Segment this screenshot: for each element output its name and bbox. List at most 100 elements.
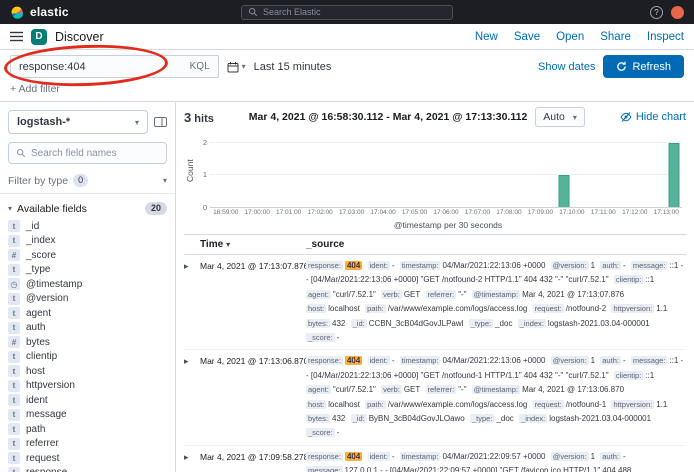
field-item-httpversion[interactable]: thttpversion (8, 379, 167, 394)
query-language-button[interactable]: KQL (190, 61, 210, 72)
field-item-ident[interactable]: tident (8, 393, 167, 408)
x-tick-label: 17:13:00 (654, 209, 679, 216)
x-tick-label: 17:03:00 (339, 209, 364, 216)
source-field-name: response: (306, 356, 343, 365)
source-field-name: bytes: (306, 319, 330, 328)
appbar-actions: New Save Open Share Inspect (475, 31, 684, 43)
action-open[interactable]: Open (556, 31, 584, 43)
field-name-label: host (26, 366, 45, 377)
field-item-_type[interactable]: t_type (8, 263, 167, 278)
x-tick-label: 17:09:00 (528, 209, 553, 216)
source-field-value: /var/www/example.com/logs/access.log (388, 400, 528, 409)
field-name-label: response (26, 467, 67, 472)
source-field-name: _score: (306, 333, 335, 342)
source-field-value: _doc (496, 414, 513, 423)
source-field-name: timestamp: (400, 356, 441, 365)
field-item-request[interactable]: trequest (8, 451, 167, 466)
source-field-value: /notfound-1 (566, 400, 606, 409)
action-inspect[interactable]: Inspect (647, 31, 684, 43)
global-search-input[interactable]: Search Elastic (241, 5, 453, 20)
column-header-source[interactable]: _source (306, 239, 344, 250)
source-field-value: - (392, 261, 395, 270)
user-avatar[interactable] (671, 6, 684, 19)
source-field-name: _index: (518, 319, 546, 328)
source-field-name: message: (631, 261, 668, 270)
discover-main: 3 hits Mar 4, 2021 @ 16:58:30.112 - Mar … (176, 102, 694, 472)
column-header-time[interactable]: Time ▾ (200, 239, 300, 250)
help-icon[interactable]: ? (650, 6, 663, 19)
source-field-name: response: (306, 452, 343, 461)
filter-by-type-button[interactable]: Filter by type 0 ▾ (8, 172, 167, 193)
source-field-name: ident: (368, 452, 390, 461)
elastic-brand[interactable]: elastic (10, 5, 150, 20)
source-field-name: path: (365, 304, 386, 313)
field-item-bytes[interactable]: #bytes (8, 335, 167, 350)
x-tick-label: 17:12:00 (622, 209, 647, 216)
expand-doc-icon[interactable]: ▸ (184, 354, 194, 368)
source-field-name: response: (306, 261, 343, 270)
field-type-icon: t (8, 235, 20, 247)
field-type-icon: t (8, 438, 20, 450)
space-avatar[interactable]: D (31, 29, 47, 45)
histogram-bar[interactable] (559, 175, 570, 207)
expand-doc-icon[interactable]: ▸ (184, 259, 194, 273)
field-search-placeholder: Search field names (31, 148, 117, 159)
time-range-button[interactable]: Last 15 minutes (254, 61, 332, 73)
available-fields-header[interactable]: ▾ Available fields 20 (8, 194, 167, 219)
histogram-bar[interactable] (669, 143, 680, 207)
query-bar: response:404 KQL ▾ Last 15 minutes Show … (0, 50, 694, 81)
field-item-auth[interactable]: tauth (8, 321, 167, 336)
show-dates-button[interactable]: Show dates (538, 61, 595, 73)
field-item-path[interactable]: tpath (8, 422, 167, 437)
field-item-clientip[interactable]: tclientip (8, 350, 167, 365)
source-field-name: _id: (351, 414, 367, 423)
refresh-button[interactable]: Refresh (603, 55, 684, 78)
field-type-icon: t (8, 452, 20, 464)
source-field-name: agent: (306, 385, 331, 394)
interval-select[interactable]: Auto ▾ (535, 107, 585, 127)
source-field-value: "curl/7.52.1" (333, 290, 376, 299)
y-axis-label: Count (184, 134, 196, 208)
x-tick-label: 17:10:00 (559, 209, 584, 216)
field-item-host[interactable]: thost (8, 364, 167, 379)
field-item-referrer[interactable]: t referrer (8, 437, 167, 452)
action-share[interactable]: Share (600, 31, 631, 43)
action-save[interactable]: Save (514, 31, 540, 43)
x-tick-label: 17:06:00 (433, 209, 458, 216)
field-item-_id[interactable]: t_id (8, 219, 167, 234)
field-item-response[interactable]: tresponse (8, 466, 167, 472)
hide-chart-label: Hide chart (636, 111, 686, 123)
collapse-sidebar-icon[interactable] (154, 116, 167, 128)
source-field-value: - (337, 428, 340, 437)
date-picker-button[interactable]: ▾ (227, 61, 246, 73)
menu-icon[interactable] (10, 31, 23, 42)
index-pattern-select[interactable]: logstash-* ▾ (8, 110, 148, 134)
source-field-name: message: (631, 356, 668, 365)
field-search-input[interactable]: Search field names (8, 142, 167, 164)
field-item-_index[interactable]: t_index (8, 234, 167, 249)
expand-doc-icon[interactable]: ▸ (184, 450, 194, 464)
field-name-label: referrer (26, 438, 59, 449)
field-type-icon: t (8, 307, 20, 319)
field-item-@version[interactable]: t@version (8, 292, 167, 307)
x-tick-label: 16:59:00 (213, 209, 238, 216)
add-filter-button[interactable]: + Add filter (10, 83, 60, 95)
table-header: Time ▾ _source (184, 234, 686, 255)
sort-descending-icon: ▾ (226, 240, 230, 249)
field-item-_score[interactable]: #_score (8, 248, 167, 263)
query-input[interactable]: response:404 KQL (10, 55, 219, 78)
action-new[interactable]: New (475, 31, 498, 43)
field-name-label: auth (26, 322, 45, 333)
time-column-label: Time (200, 239, 223, 250)
search-icon (16, 148, 26, 158)
filter-count-badge: 0 (73, 174, 88, 187)
source-field-name: _index: (519, 414, 547, 423)
source-field-value: ::1 (645, 371, 654, 380)
hide-chart-button[interactable]: Hide chart (620, 111, 686, 123)
field-item-agent[interactable]: tagent (8, 306, 167, 321)
source-field-name: @timestamp: (472, 290, 520, 299)
field-name-label: clientip (26, 351, 57, 362)
field-item-message[interactable]: tmessage (8, 408, 167, 423)
field-item-@timestamp[interactable]: ◷@timestamp (8, 277, 167, 292)
x-tick-label: 17:05:00 (402, 209, 427, 216)
